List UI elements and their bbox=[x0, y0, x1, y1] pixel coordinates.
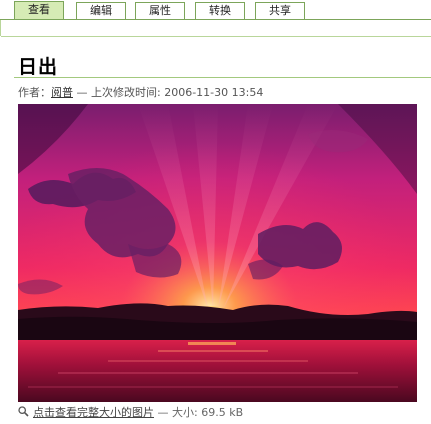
tab-properties[interactable]: 属性 bbox=[135, 2, 185, 19]
tab-share[interactable]: 共享 bbox=[255, 2, 305, 19]
size-label: 大小: bbox=[172, 406, 198, 419]
image-footer: 点击查看完整大小的图片 — 大小: 69.5 kB bbox=[18, 404, 243, 420]
tab-view[interactable]: 查看 bbox=[14, 1, 64, 20]
size-value: 69.5 kB bbox=[201, 406, 244, 419]
magnifier-icon bbox=[18, 406, 29, 417]
sunrise-image[interactable] bbox=[18, 104, 417, 402]
tab-bar: 查看 编辑 属性 转换 共享 bbox=[0, 0, 431, 20]
footer-separator: — bbox=[154, 406, 172, 419]
tab-edit[interactable]: 编辑 bbox=[76, 2, 126, 19]
tab-panel-header bbox=[0, 20, 431, 37]
author-link[interactable]: 阅普 bbox=[51, 86, 73, 99]
author-label: 作者： bbox=[18, 86, 51, 99]
title-divider bbox=[14, 77, 431, 78]
meta-separator: — bbox=[73, 86, 91, 99]
view-full-size-link[interactable]: 点击查看完整大小的图片 bbox=[33, 406, 154, 419]
modified-label: 上次修改时间: bbox=[91, 86, 161, 99]
meta-line: 作者：阅普 — 上次修改时间: 2006-11-30 13:54 bbox=[18, 84, 263, 100]
modified-time: 2006-11-30 13:54 bbox=[164, 86, 264, 99]
page: 查看 编辑 属性 转换 共享 日出 作者：阅普 — 上次修改时间: 2006-1… bbox=[0, 0, 431, 424]
tab-convert[interactable]: 转换 bbox=[195, 2, 245, 19]
page-title: 日出 bbox=[18, 56, 59, 78]
